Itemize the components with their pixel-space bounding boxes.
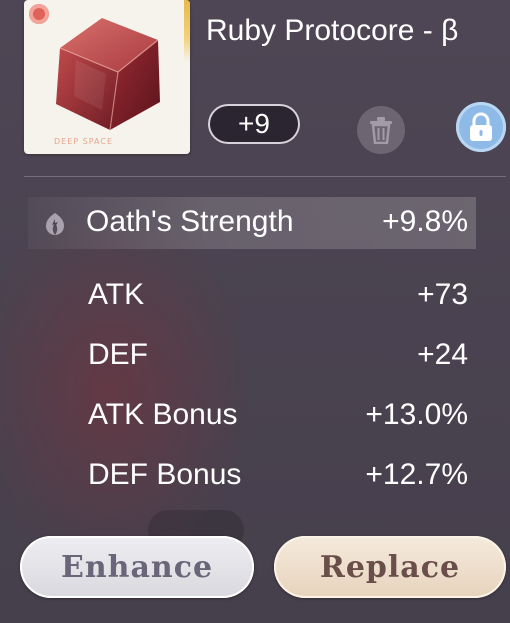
sub-stat-value: +13.0%: [365, 398, 468, 431]
sub-stat-name: DEF: [88, 338, 148, 371]
sub-stat-atk-bonus: ATK Bonus +13.0%: [88, 398, 468, 442]
sub-stat-name: ATK Bonus: [88, 398, 238, 431]
sub-stat-atk: ATK +73: [88, 278, 468, 322]
sub-stat-def-bonus: DEF Bonus +12.7%: [88, 458, 468, 502]
trash-icon: [370, 117, 392, 144]
item-name: Ruby Protocore - β: [206, 14, 459, 47]
sub-stat-value: +24: [417, 338, 468, 371]
main-stat-value: +9.8%: [382, 205, 468, 238]
protocore-card[interactable]: DEEP SPACE: [24, 0, 190, 154]
card-label: DEEP SPACE: [54, 137, 113, 146]
main-stat-row: Oath's Strength +9.8%: [28, 197, 476, 249]
level-badge: +9: [208, 104, 300, 144]
sub-stat-name: ATK: [88, 278, 145, 311]
ruby-cube-icon: [56, 18, 160, 131]
main-stat-name: Oath's Strength: [86, 205, 294, 238]
lock-button[interactable]: [456, 102, 506, 152]
discard-button[interactable]: [357, 106, 405, 154]
card-rarity-edge: [184, 0, 190, 154]
oath-strength-icon: [46, 213, 64, 235]
replace-button[interactable]: Replace: [274, 536, 506, 598]
enhance-button[interactable]: Enhance: [20, 536, 254, 598]
sub-stat-value: +12.7%: [365, 458, 468, 491]
divider: [24, 176, 506, 177]
lock-icon: [470, 112, 492, 141]
sub-stat-def: DEF +24: [88, 338, 468, 382]
sub-stat-name: DEF Bonus: [88, 458, 242, 491]
sub-stat-value: +73: [417, 278, 468, 311]
